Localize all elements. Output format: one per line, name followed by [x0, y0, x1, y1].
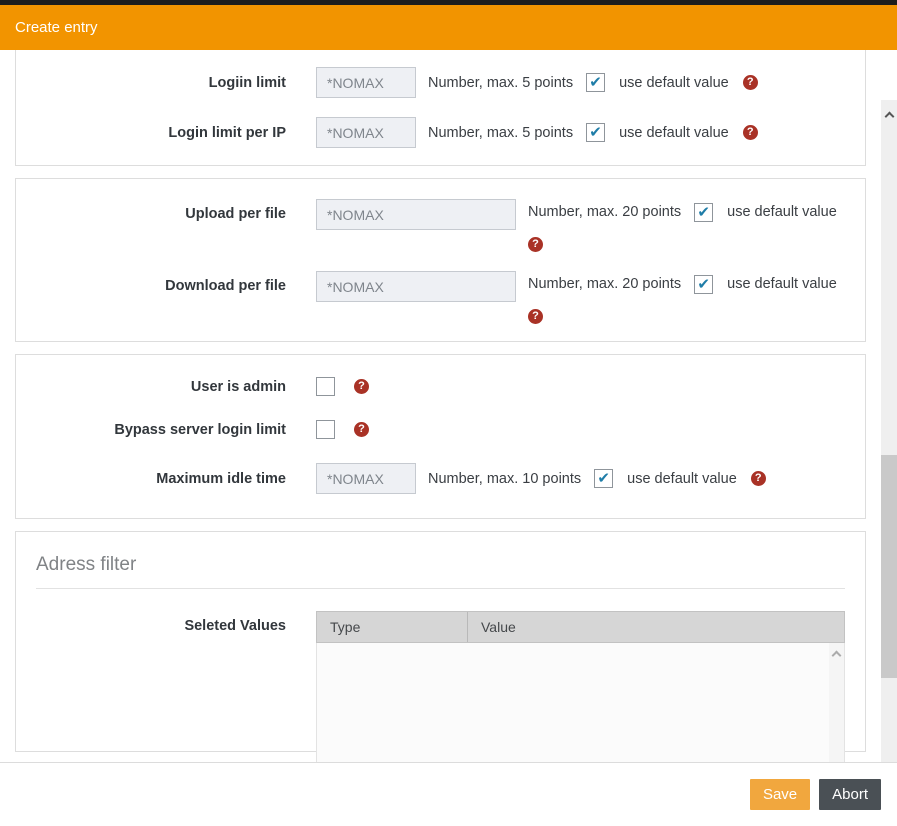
form-row-download-per-file: Download per file Number, max. 20 points… — [16, 271, 865, 324]
field-label: Upload per file — [185, 206, 286, 222]
maximum-idle-time-input[interactable] — [316, 463, 416, 494]
modal-title: Create entry — [15, 19, 98, 36]
modal-scrollbar[interactable] — [881, 100, 897, 762]
checkmark-icon: ✔ — [589, 124, 602, 141]
table-scrollbar[interactable] — [829, 643, 844, 762]
save-button[interactable]: Save — [749, 779, 811, 810]
field-description: Number, max. 5 points — [428, 74, 574, 91]
modal-header: Create entry — [0, 5, 897, 50]
field-label: Maximum idle time — [156, 470, 286, 487]
help-icon[interactable]: ? — [354, 422, 369, 437]
checkmark-icon: ✔ — [697, 275, 710, 293]
scroll-up-button[interactable] — [881, 108, 897, 124]
chevron-up-icon — [884, 111, 894, 121]
section-heading: Adress filter — [36, 554, 137, 575]
panel-transfer-limits: Upload per file Number, max. 20 points ✔… — [15, 178, 866, 342]
checkmark-icon: ✔ — [697, 203, 710, 221]
checkmark-icon: ✔ — [597, 470, 610, 487]
panel-admin-settings: User is admin ✔ ? Bypass server login li… — [15, 354, 866, 519]
field-description: Number, max. 20 points — [528, 276, 682, 292]
help-icon[interactable]: ? — [354, 379, 369, 394]
form-row-bypass-login-limit: Bypass server login limit ✔ ? — [16, 420, 865, 439]
use-default-checkbox[interactable]: ✔ — [694, 202, 714, 222]
field-label: Logiin limit — [208, 74, 286, 91]
column-header-value: Value — [481, 619, 516, 635]
modal-content: Logiin limit Number, max. 5 points ✔ use… — [0, 50, 897, 762]
help-icon[interactable]: ? — [528, 309, 543, 324]
use-default-checkbox[interactable]: ✔ — [586, 73, 606, 92]
login-limit-per-ip-input[interactable] — [316, 117, 416, 148]
form-row-selected-values: Seleted Values Type Value — [16, 611, 865, 762]
field-label: Download per file — [165, 278, 286, 294]
form-row-login-limit-per-ip: Login limit per IP Number, max. 5 points… — [16, 117, 865, 148]
upload-per-file-input[interactable] — [316, 199, 516, 230]
modal-footer: Save Abort — [0, 762, 897, 826]
checkbox-label: use default value — [727, 204, 837, 220]
table-header-row: Type Value — [316, 611, 845, 643]
form-row-login-limit: Logiin limit Number, max. 5 points ✔ use… — [16, 67, 865, 98]
help-icon[interactable]: ? — [742, 75, 758, 90]
field-controls: Number, max. 20 points ✔ use default val… — [516, 271, 837, 324]
form-row-upload-per-file: Upload per file Number, max. 20 points ✔… — [16, 199, 865, 252]
field-label: Seleted Values — [184, 618, 286, 634]
download-per-file-input[interactable] — [316, 271, 516, 302]
field-description: Number, max. 5 points — [428, 124, 574, 141]
form-row-maximum-idle-time: Maximum idle time Number, max. 10 points… — [16, 463, 865, 494]
field-description: Number, max. 10 points — [428, 470, 582, 487]
heading-divider — [36, 588, 845, 589]
checkbox-label: use default value — [627, 470, 737, 487]
selected-values-table: Type Value — [316, 611, 845, 762]
column-header-type: Type — [317, 612, 468, 642]
panel-login-limits: Logiin limit Number, max. 5 points ✔ use… — [15, 50, 866, 166]
scrollbar-thumb[interactable] — [881, 455, 897, 678]
field-description: Number, max. 20 points — [528, 204, 682, 220]
use-default-checkbox[interactable]: ✔ — [586, 123, 606, 142]
help-icon[interactable]: ? — [528, 237, 543, 252]
bypass-login-limit-checkbox[interactable]: ✔ — [316, 420, 335, 439]
use-default-checkbox[interactable]: ✔ — [594, 469, 614, 488]
field-label: User is admin — [190, 378, 286, 395]
login-limit-input[interactable] — [316, 67, 416, 98]
field-label: Login limit per IP — [168, 124, 286, 141]
panel-address-filter: Adress filter Seleted Values Type Value — [15, 531, 866, 762]
field-controls: Number, max. 20 points ✔ use default val… — [516, 199, 837, 252]
checkbox-label: use default value — [619, 74, 729, 91]
help-icon[interactable]: ? — [742, 125, 758, 140]
checkbox-label: use default value — [619, 124, 729, 141]
abort-button[interactable]: Abort — [819, 779, 881, 810]
table-body-listbox[interactable] — [316, 643, 845, 762]
use-default-checkbox[interactable]: ✔ — [694, 274, 714, 294]
checkbox-label: use default value — [727, 276, 837, 292]
help-icon[interactable]: ? — [750, 471, 766, 486]
checkmark-icon: ✔ — [589, 74, 602, 91]
form-row-user-is-admin: User is admin ✔ ? — [16, 377, 865, 396]
user-is-admin-checkbox[interactable]: ✔ — [316, 377, 335, 396]
field-label: Bypass server login limit — [114, 421, 286, 438]
chevron-up-icon — [831, 650, 842, 661]
